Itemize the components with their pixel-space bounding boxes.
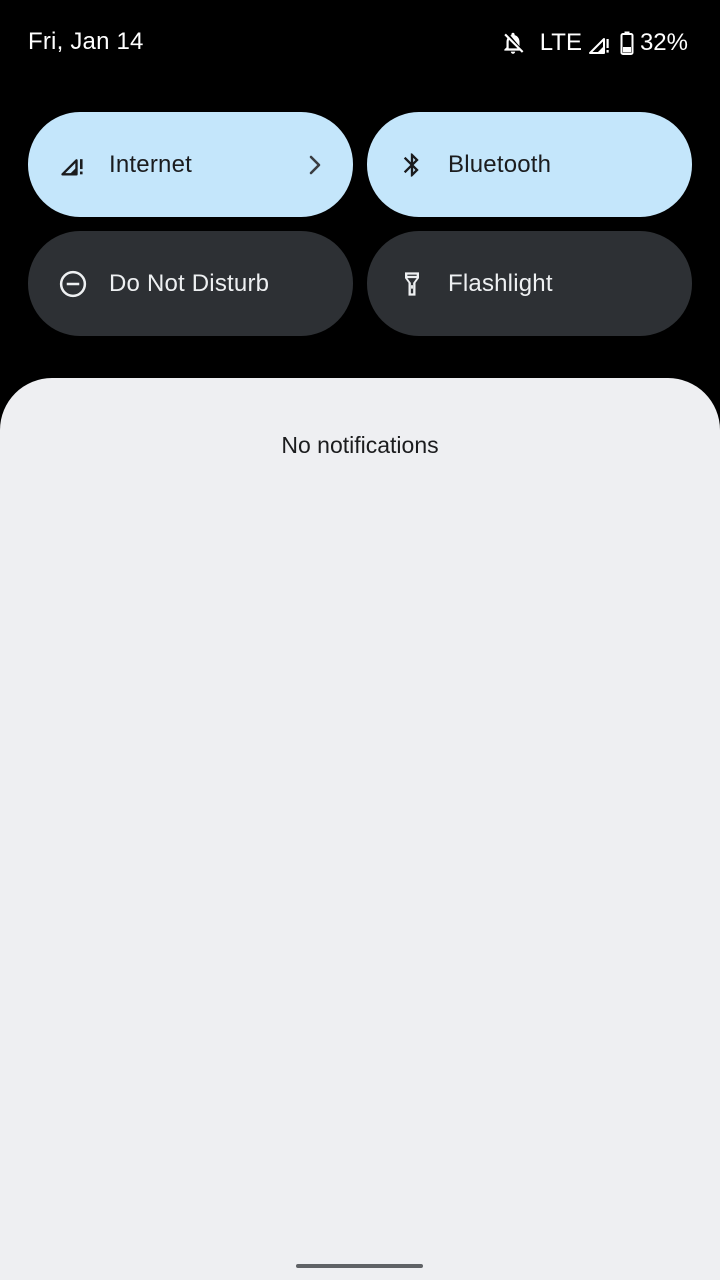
tile-flashlight-label: Flashlight (448, 269, 553, 297)
tile-internet[interactable]: Internet (28, 112, 353, 217)
notification-panel: No notifications (0, 378, 720, 1280)
bell-off-icon (500, 30, 526, 56)
notification-shade-screen: Fri, Jan 14 LTE 32% Internet Bluetooth D… (0, 0, 720, 1280)
no-notifications-text: No notifications (281, 432, 439, 458)
battery-percent: 32% (639, 29, 688, 56)
status-bar: Fri, Jan 14 LTE 32% (0, 0, 720, 86)
chevron-right-icon[interactable] (305, 154, 325, 176)
status-icons: LTE 32% (500, 28, 688, 58)
tile-do-not-disturb[interactable]: Do Not Disturb (28, 231, 353, 336)
signal-icon (588, 31, 612, 55)
network-type-label: LTE (539, 29, 582, 56)
tile-internet-label: Internet (109, 150, 192, 178)
tile-bluetooth-label: Bluetooth (448, 150, 552, 178)
tile-bluetooth[interactable]: Bluetooth (367, 112, 692, 217)
dnd-icon (58, 269, 88, 299)
home-indicator[interactable] (296, 1264, 423, 1268)
tile-flashlight[interactable]: Flashlight (367, 231, 692, 336)
status-date: Fri, Jan 14 (28, 28, 144, 55)
tile-dnd-label: Do Not Disturb (109, 269, 270, 297)
bluetooth-icon (397, 150, 427, 180)
signal-icon (58, 150, 88, 180)
flashlight-icon (397, 269, 427, 299)
battery-icon (620, 31, 634, 55)
